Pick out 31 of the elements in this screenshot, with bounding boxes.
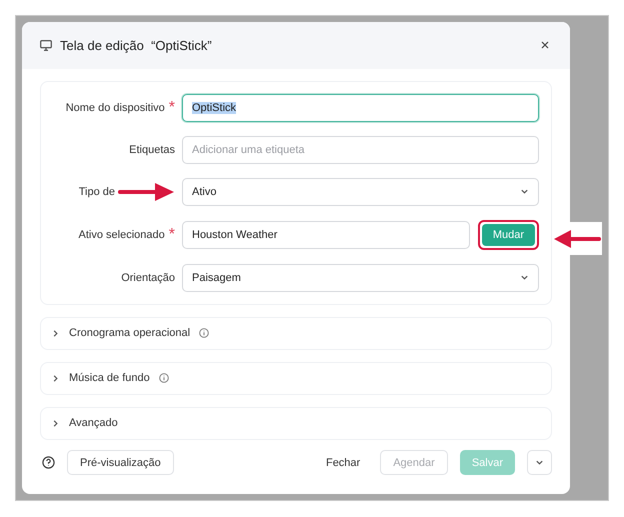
chevron-down-icon	[520, 273, 529, 282]
field-label: Tipo de	[78, 186, 115, 198]
required-mark: *	[168, 98, 175, 116]
input-field[interactable]: Houston Weather	[182, 220, 470, 248]
chevron-down-icon	[535, 458, 544, 468]
input-field[interactable]: OptiStick	[182, 94, 539, 122]
section-title: Avançado	[69, 417, 118, 429]
section-title: Música de fundo	[69, 372, 150, 384]
info-icon	[199, 328, 210, 338]
preview-button[interactable]: Pré-visualização	[67, 450, 174, 476]
chevron-right-icon	[51, 328, 60, 338]
chevron-right-icon	[51, 418, 60, 428]
close-text-button[interactable]: Fechar	[318, 450, 368, 476]
accordion-section[interactable]: Cronograma operacional	[40, 316, 552, 350]
required-mark: *	[168, 226, 175, 244]
help-icon[interactable]	[42, 456, 55, 470]
chevron-right-icon	[51, 374, 60, 382]
dialog-title: Tela de edição “OptiStick”	[60, 38, 213, 53]
accordion-section[interactable]: Avançado	[40, 406, 552, 440]
field-label: Ativo selecionado	[78, 228, 165, 240]
section-title: Cronograma operacional	[69, 327, 190, 339]
info-icon	[158, 373, 169, 383]
accordion-section[interactable]: Música de fundo	[40, 362, 552, 394]
select-field[interactable]: Ativo	[182, 178, 539, 206]
field-label: Nome do dispositivo	[66, 102, 165, 114]
field-label: Etiquetas	[129, 144, 175, 156]
field-label: Orientação	[121, 272, 175, 284]
monitor-icon	[40, 40, 52, 51]
select-field[interactable]: Paisagem	[182, 264, 539, 292]
arrow	[553, 228, 601, 248]
chevron-down-icon	[520, 187, 529, 196]
